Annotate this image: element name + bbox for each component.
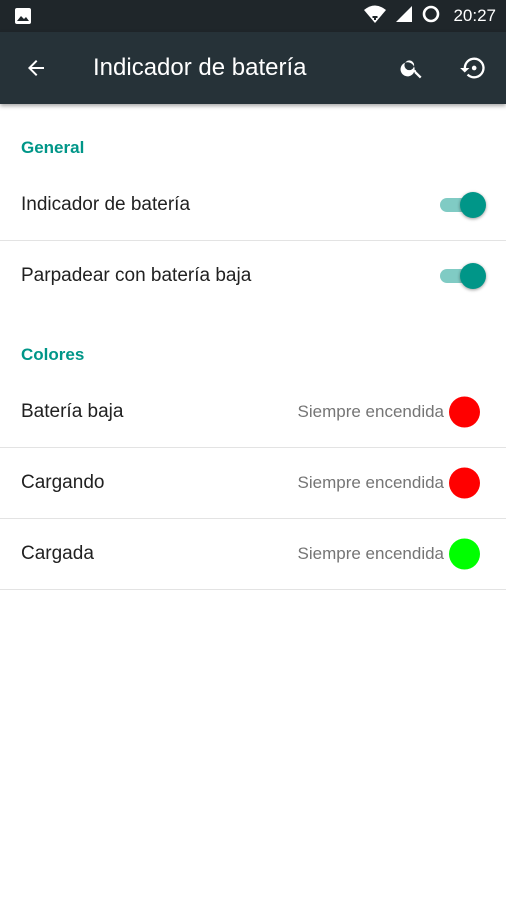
pref-color-charged[interactable]: Cargada Siempre encendida	[0, 519, 506, 590]
pref-color-low-battery[interactable]: Batería baja Siempre encendida	[0, 377, 506, 448]
status-time: 20:27	[453, 6, 496, 25]
pref-summary: Siempre encendida	[297, 473, 444, 492]
pref-blink-low-battery[interactable]: Parpadear con batería baja	[0, 241, 506, 311]
color-swatch[interactable]	[449, 467, 480, 499]
status-bar: 20:27	[0, 0, 506, 32]
restore-icon[interactable]	[457, 52, 489, 84]
wifi-icon	[363, 4, 387, 29]
pref-label: Indicador de batería	[21, 194, 191, 215]
pref-label: Batería baja	[21, 401, 124, 422]
switch-thumb	[460, 263, 486, 289]
signal-icon	[395, 5, 413, 28]
sync-circle-icon	[421, 4, 441, 29]
battery-indicator-switch[interactable]	[438, 192, 486, 218]
pref-label: Parpadear con batería baja	[21, 265, 252, 286]
pref-label: Cargando	[21, 472, 105, 493]
pref-summary: Siempre encendida	[297, 402, 444, 421]
switch-thumb	[460, 192, 486, 218]
arrow-back-icon[interactable]	[20, 52, 52, 84]
pref-battery-indicator[interactable]: Indicador de batería	[0, 170, 506, 241]
pref-label: Cargada	[21, 543, 94, 564]
pref-summary: Siempre encendida	[297, 544, 444, 563]
pref-color-charging[interactable]: Cargando Siempre encendida	[0, 448, 506, 519]
section-title: General	[21, 138, 85, 157]
section-header-colors: Colores	[0, 311, 506, 377]
search-icon[interactable]	[396, 52, 428, 84]
page-title: Indicador de batería	[93, 54, 307, 81]
blink-low-battery-switch[interactable]	[438, 263, 486, 289]
section-header-general: General	[0, 104, 506, 170]
section-title: Colores	[21, 345, 85, 364]
settings-list: General Indicador de batería Parpadear c…	[0, 104, 506, 590]
app-toolbar: Indicador de batería	[0, 32, 506, 104]
color-swatch[interactable]	[449, 396, 480, 428]
color-swatch[interactable]	[449, 538, 480, 570]
image-icon	[14, 7, 32, 30]
